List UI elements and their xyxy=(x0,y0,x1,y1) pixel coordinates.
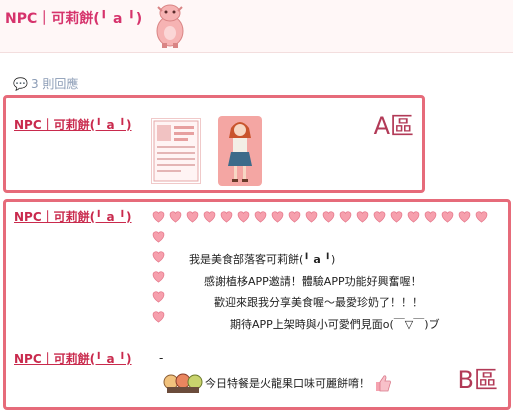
pink-heart-icon xyxy=(152,251,165,263)
message-line-2: 感謝植栘APP邀請！體驗APP功能好興奮喔！ xyxy=(204,275,422,288)
zone-b: NPC｜可莉餅(╹ 𝗮 ╹) 我是美食部落客可莉餅(╹ 𝗮 ╹) 感謝植栘APP… xyxy=(3,199,511,410)
heart-column xyxy=(151,229,168,329)
reply-count[interactable]: 💬 3 則回應 xyxy=(13,75,78,92)
message-line-1: 我是美食部落客可莉餅(╹ 𝗮 ╹) xyxy=(189,253,336,266)
pink-heart-icon xyxy=(152,211,165,223)
pink-heart-icon xyxy=(186,211,199,223)
pink-heart-icon xyxy=(288,211,301,223)
pink-heart-icon xyxy=(339,211,352,223)
app-form-image xyxy=(153,120,199,182)
pink-heart-icon xyxy=(152,291,165,303)
header-bar: NPC｜可莉餅(╹ 𝗮 ╹) xyxy=(0,0,513,53)
speech-bubble-icon: 💬 xyxy=(13,77,28,91)
reply-count-text: 3 則回應 xyxy=(30,77,79,91)
pink-heart-icon xyxy=(203,211,216,223)
pink-heart-icon xyxy=(237,211,250,223)
cartoon-characters-icon xyxy=(163,373,203,393)
zone-a-label: A區 xyxy=(373,112,414,140)
pink-heart-icon xyxy=(305,211,318,223)
pink-mascot-icon xyxy=(156,4,184,48)
pink-heart-icon xyxy=(169,211,182,223)
app-screenshot-thumbnail[interactable] xyxy=(151,118,201,184)
pink-heart-icon xyxy=(424,211,437,223)
pink-heart-icon xyxy=(152,311,165,323)
pink-heart-icon xyxy=(152,231,165,243)
zone-a-author-link[interactable]: NPC｜可莉餅(╹ 𝗮 ╹) xyxy=(14,116,132,133)
girl-illustration-image xyxy=(228,122,252,182)
zone-b-author-link[interactable]: NPC｜可莉餅(╹ 𝗮 ╹) xyxy=(14,208,132,225)
pink-heart-icon xyxy=(407,211,420,223)
pink-heart-icon xyxy=(220,211,233,223)
pink-heart-icon xyxy=(271,211,284,223)
separator-dash: - xyxy=(159,351,164,365)
zone-b-second-author-link[interactable]: NPC｜可莉餅(╹ 𝗮 ╹) xyxy=(14,350,132,367)
special-note-text: 今日特餐是火龍果口味可麗餅唷！ xyxy=(205,377,370,390)
pink-heart-icon xyxy=(152,271,165,283)
pink-heart-icon xyxy=(356,211,369,223)
heart-row xyxy=(151,209,491,228)
zone-b-label: B區 xyxy=(457,366,498,394)
pink-heart-icon xyxy=(458,211,471,223)
message-line-4: 期待APP上架時與小可愛們見面o(￣▽￣)ブ xyxy=(230,318,440,331)
pink-heart-icon xyxy=(373,211,386,223)
pink-heart-icon xyxy=(322,211,335,223)
character-illustration-thumbnail[interactable] xyxy=(218,116,262,186)
message-line-3: 歡迎來跟我分享美食喔～最愛珍奶了！！！ xyxy=(214,296,423,309)
header-title[interactable]: NPC｜可莉餅(╹ 𝗮 ╹) xyxy=(5,8,142,28)
pink-heart-icon xyxy=(390,211,403,223)
zone-a: NPC｜可莉餅(╹ 𝗮 ╹) A區 xyxy=(3,95,425,193)
special-note: 今日特餐是火龍果口味可麗餅唷！ xyxy=(163,372,392,394)
pink-heart-icon xyxy=(254,211,267,223)
thumbs-up-icon xyxy=(376,375,391,392)
pink-heart-icon xyxy=(475,211,488,223)
pink-heart-icon xyxy=(441,211,454,223)
